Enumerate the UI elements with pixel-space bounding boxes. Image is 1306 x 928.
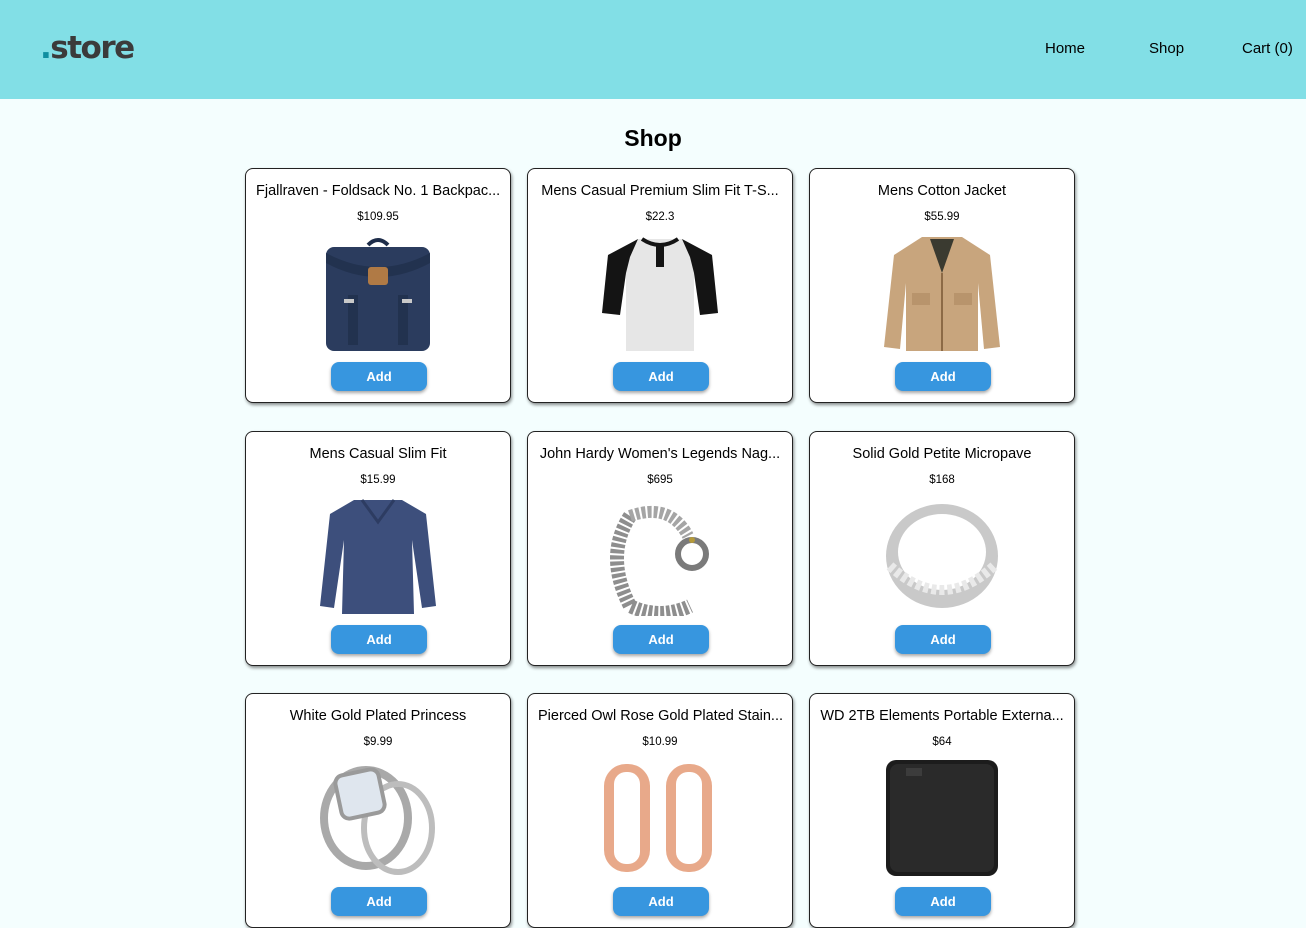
product-card: Fjallraven - Foldsack No. 1 Backpac... $… bbox=[245, 168, 511, 403]
product-price: $695 bbox=[647, 474, 673, 486]
product-card: Mens Casual Premium Slim Fit T-S... $22.… bbox=[527, 168, 793, 403]
product-price: $109.95 bbox=[357, 211, 399, 223]
product-card: Solid Gold Petite Micropave $168 Add bbox=[809, 431, 1075, 666]
add-to-cart-button[interactable]: Add bbox=[331, 887, 427, 916]
product-price: $10.99 bbox=[642, 736, 678, 748]
product-price: $168 bbox=[929, 474, 955, 486]
product-card: Pierced Owl Rose Gold Plated Stain... $1… bbox=[527, 693, 793, 928]
product-price: $64 bbox=[932, 736, 952, 748]
external-hard-drive-image[interactable] bbox=[882, 758, 1002, 878]
store-logo[interactable]: .store bbox=[40, 30, 135, 66]
product-name: Solid Gold Petite Micropave bbox=[852, 446, 1032, 462]
nav-shop-link[interactable]: Shop bbox=[1149, 40, 1184, 58]
product-price: $22.3 bbox=[645, 211, 675, 223]
add-to-cart-button[interactable]: Add bbox=[613, 625, 709, 654]
product-name: Mens Cotton Jacket bbox=[877, 183, 1007, 199]
product-card: Mens Casual Slim Fit $15.99 Add bbox=[245, 431, 511, 666]
backpack-image[interactable] bbox=[318, 233, 438, 353]
product-price: $55.99 bbox=[924, 211, 960, 223]
product-card: Mens Cotton Jacket $55.99 Add bbox=[809, 168, 1075, 403]
add-to-cart-button[interactable]: Add bbox=[331, 625, 427, 654]
product-price: $9.99 bbox=[363, 736, 393, 748]
product-name: WD 2TB Elements Portable Externa... bbox=[820, 708, 1064, 724]
product-card: WD 2TB Elements Portable Externa... $64 … bbox=[809, 693, 1075, 928]
rose-gold-plugs-image[interactable] bbox=[600, 758, 720, 878]
nav-home-link[interactable]: Home bbox=[1045, 40, 1085, 58]
chain-bracelet-image[interactable] bbox=[600, 496, 720, 616]
add-to-cart-button[interactable]: Add bbox=[895, 625, 991, 654]
henley-tshirt-image[interactable] bbox=[600, 233, 720, 353]
product-name: White Gold Plated Princess bbox=[289, 708, 467, 724]
add-to-cart-button[interactable]: Add bbox=[331, 362, 427, 391]
product-name: Mens Casual Premium Slim Fit T-S... bbox=[541, 183, 779, 199]
product-card: John Hardy Women's Legends Nag... $695 A… bbox=[527, 431, 793, 666]
product-price: $15.99 bbox=[360, 474, 396, 486]
product-name: Fjallraven - Foldsack No. 1 Backpac... bbox=[256, 183, 500, 199]
jacket-image[interactable] bbox=[882, 233, 1002, 353]
diamond-ring-set-image[interactable] bbox=[318, 758, 438, 878]
long-sleeve-shirt-image[interactable] bbox=[318, 496, 438, 616]
product-name: Mens Casual Slim Fit bbox=[309, 446, 447, 462]
product-name: John Hardy Women's Legends Nag... bbox=[539, 446, 781, 462]
product-name: Pierced Owl Rose Gold Plated Stain... bbox=[538, 708, 782, 724]
add-to-cart-button[interactable]: Add bbox=[895, 362, 991, 391]
site-header: .store Home Shop Cart (0) bbox=[0, 0, 1306, 99]
nav-cart-link[interactable]: Cart (0) bbox=[1242, 40, 1293, 58]
silver-ring-image[interactable] bbox=[882, 496, 1002, 616]
add-to-cart-button[interactable]: Add bbox=[895, 887, 991, 916]
add-to-cart-button[interactable]: Add bbox=[613, 887, 709, 916]
add-to-cart-button[interactable]: Add bbox=[613, 362, 709, 391]
page-title: Shop bbox=[624, 125, 682, 151]
product-card: White Gold Plated Princess $9.99 Add bbox=[245, 693, 511, 928]
